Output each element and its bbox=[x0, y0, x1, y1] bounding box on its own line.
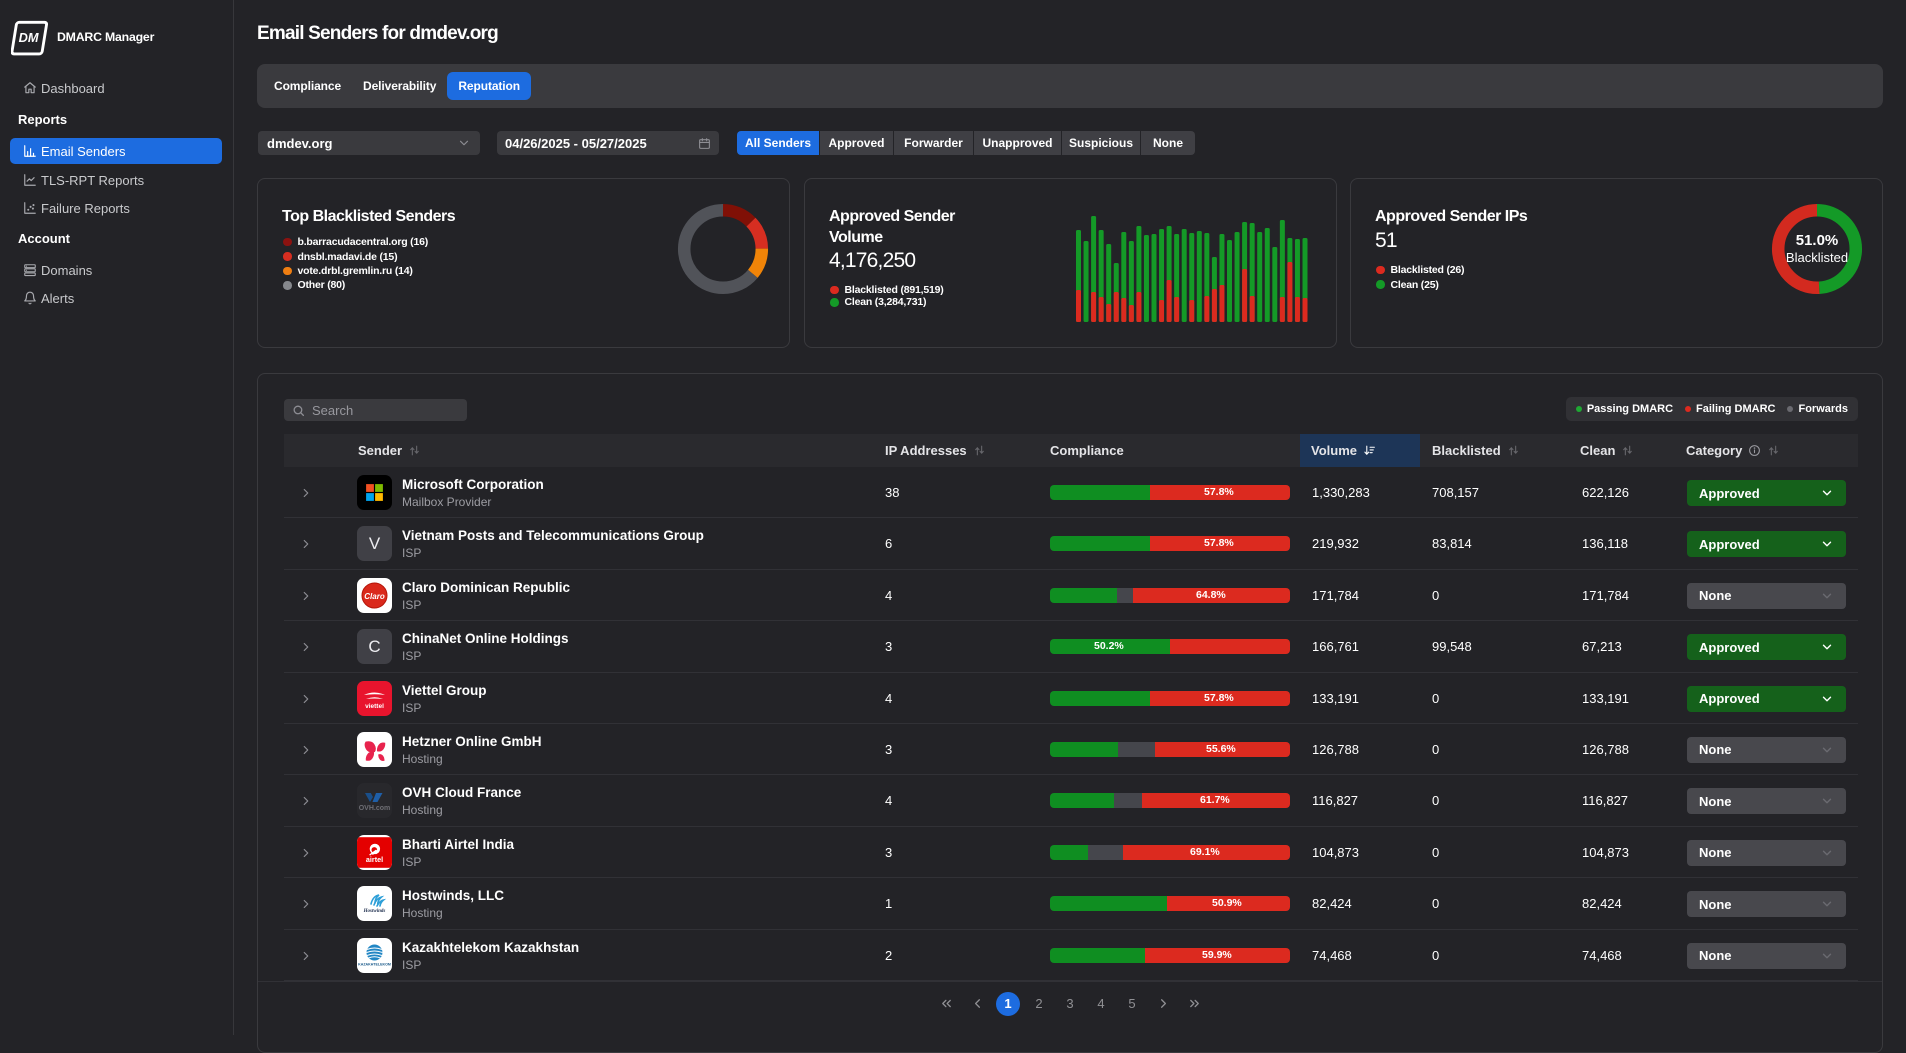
svg-text:OVH.com: OVH.com bbox=[359, 805, 391, 812]
svg-text:airtel: airtel bbox=[366, 855, 383, 864]
svg-text:Hostwinds: Hostwinds bbox=[363, 909, 386, 914]
svg-text:viettel: viettel bbox=[365, 703, 384, 710]
svg-text:KAZAKHTELEKOM: KAZAKHTELEKOM bbox=[358, 962, 391, 966]
svg-text:DM: DM bbox=[19, 30, 39, 45]
svg-text:Claro: Claro bbox=[364, 592, 385, 601]
